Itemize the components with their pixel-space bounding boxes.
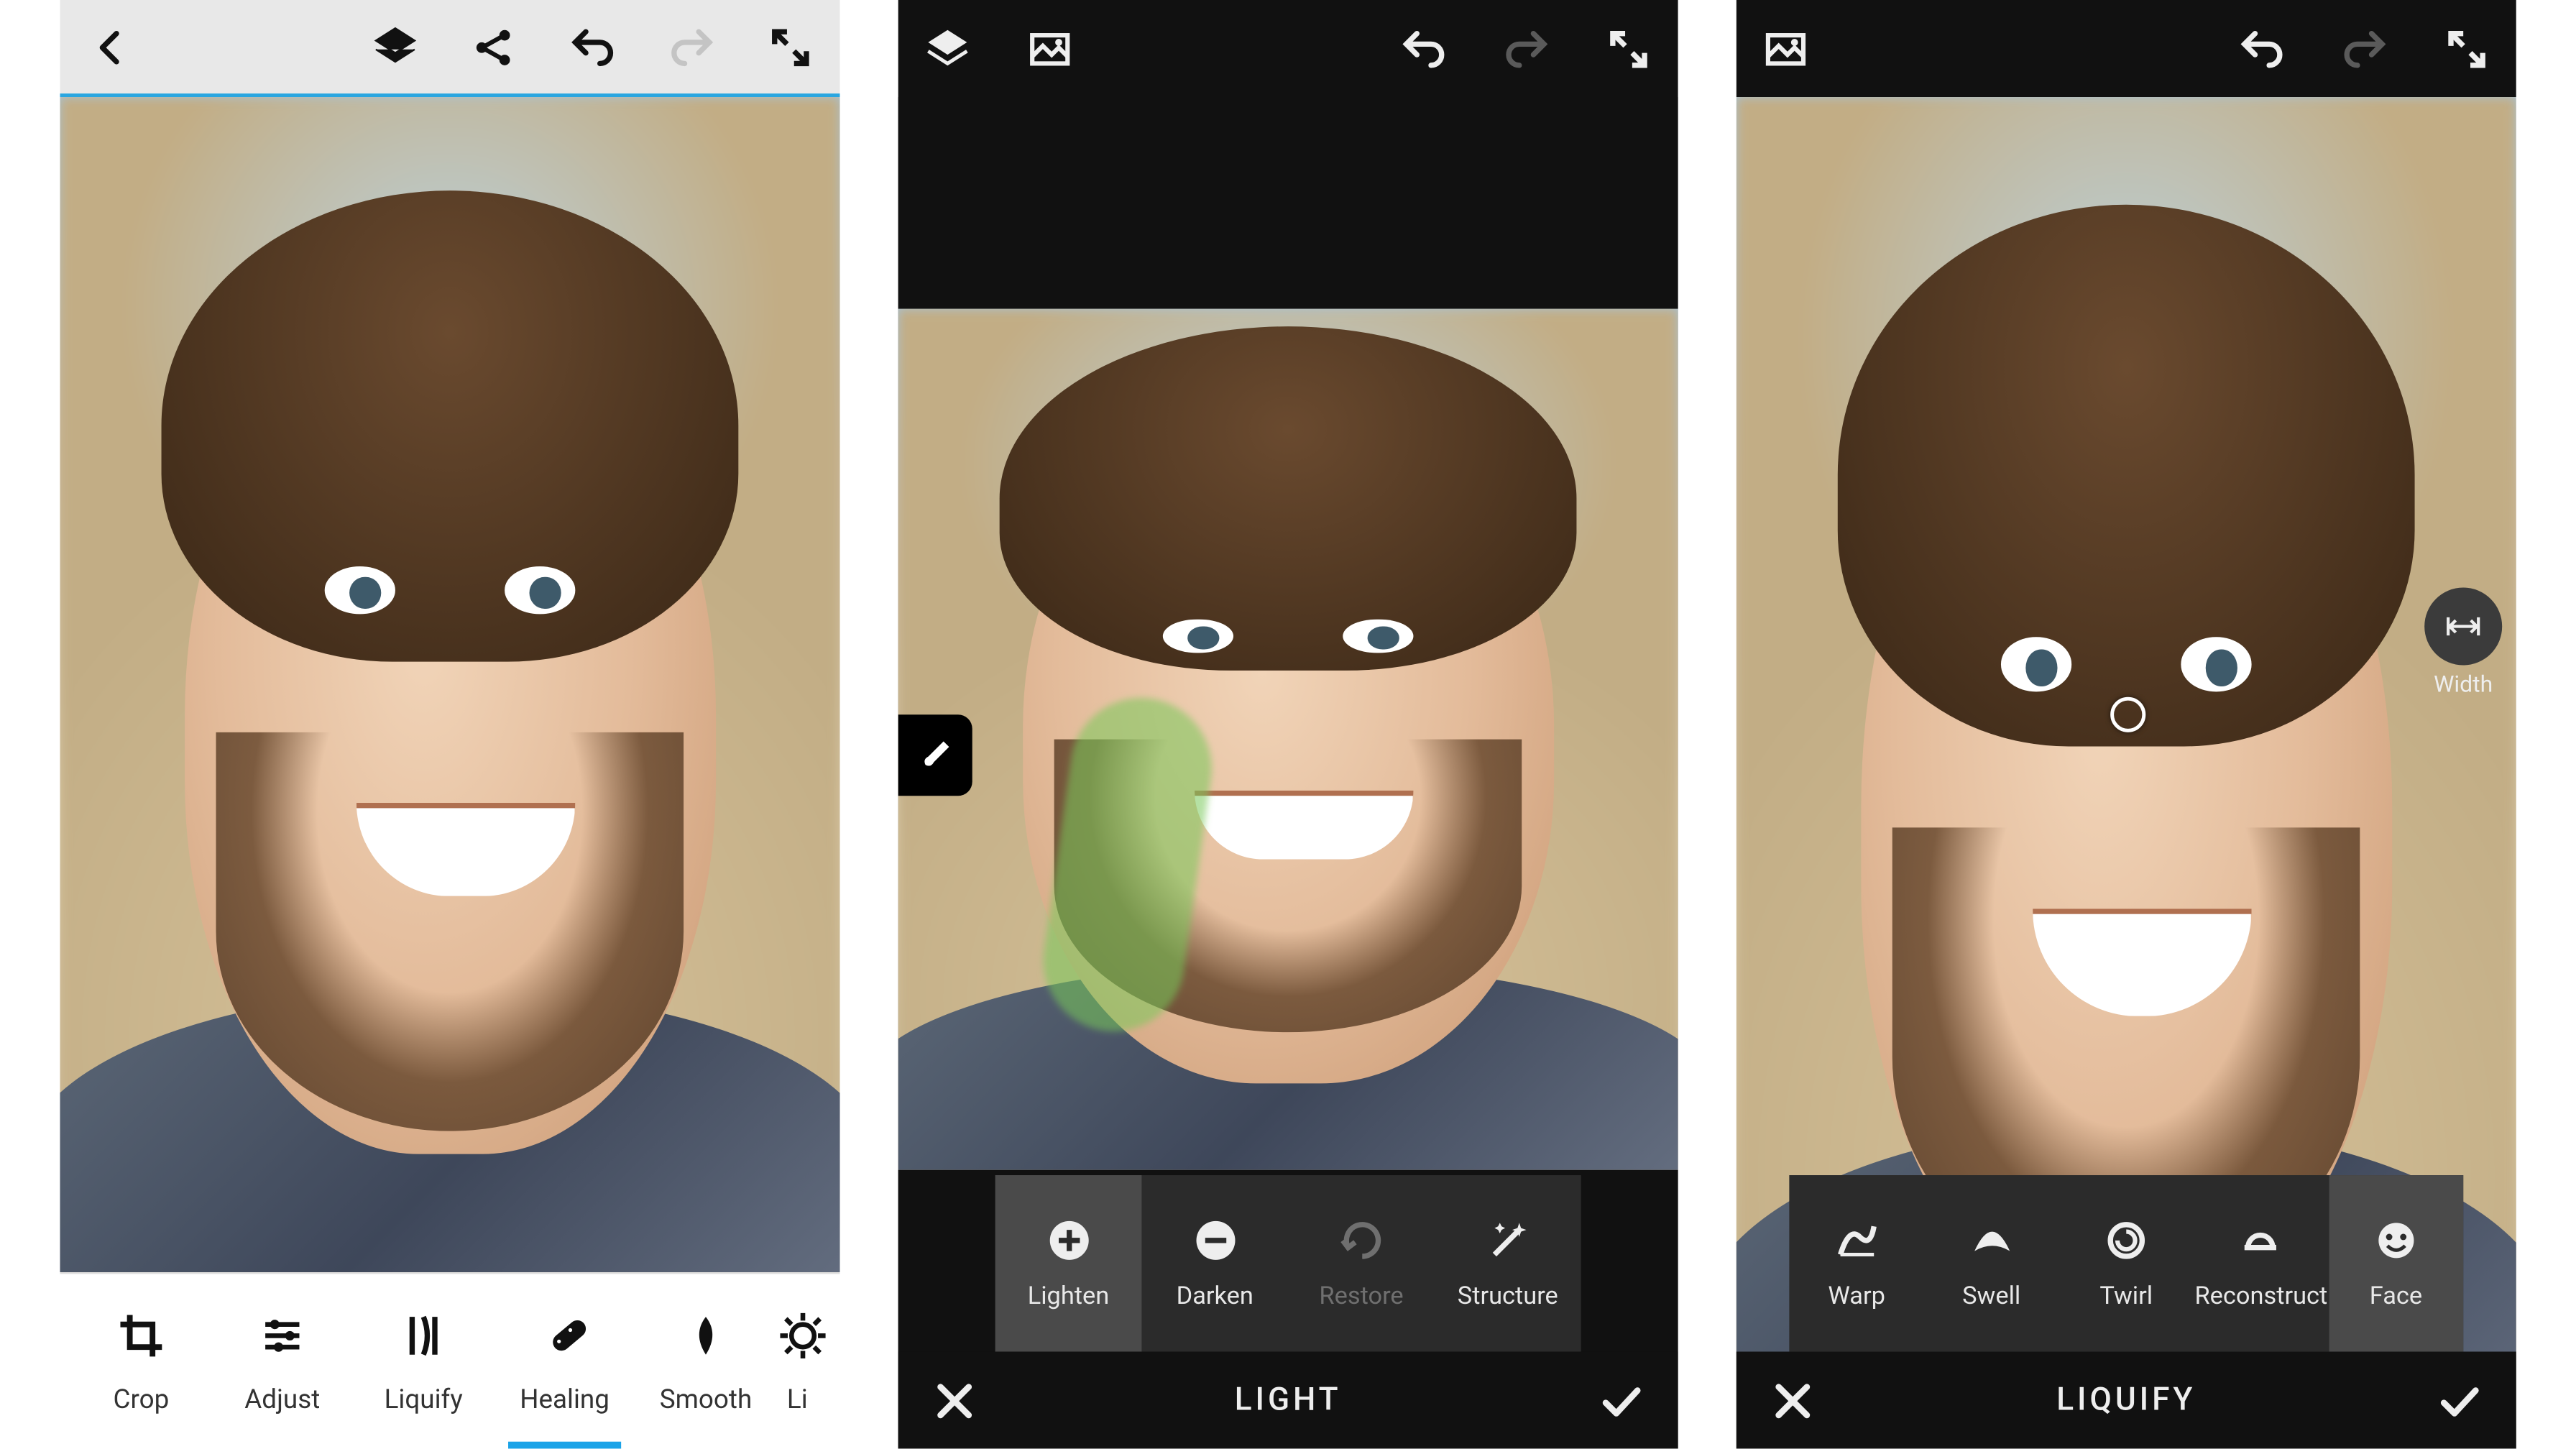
width-label: Width xyxy=(2434,672,2493,699)
tool-warp[interactable]: Warp xyxy=(1789,1175,1924,1352)
liquify-cursor[interactable] xyxy=(2110,697,2145,732)
photo-canvas[interactable]: Lighten Darken Restore Structure LIGHT xyxy=(898,97,1678,1449)
image-icon[interactable] xyxy=(1025,24,1075,73)
tool-label: Smooth xyxy=(660,1382,753,1414)
tool-reconstruct[interactable]: Reconstruct xyxy=(2194,1175,2329,1352)
tool-label: Healing xyxy=(520,1382,610,1414)
redo-icon xyxy=(2340,24,2389,73)
light-icon xyxy=(776,1308,829,1361)
tool-swell[interactable]: Swell xyxy=(1924,1175,2059,1352)
twirl-icon xyxy=(2102,1215,2151,1265)
share-icon[interactable] xyxy=(469,22,519,72)
fullscreen-icon[interactable] xyxy=(1604,24,1654,73)
smooth-icon xyxy=(679,1308,732,1361)
light-tool-row: Lighten Darken Restore Structure xyxy=(995,1175,1581,1352)
undo-icon[interactable] xyxy=(1399,24,1449,73)
top-bar xyxy=(898,0,1678,97)
tool-crop[interactable]: Crop xyxy=(70,1274,211,1449)
warp-icon xyxy=(1832,1215,1882,1265)
tool-smooth[interactable]: Smooth xyxy=(635,1274,776,1449)
liquify-icon xyxy=(397,1308,450,1361)
layers-icon[interactable] xyxy=(371,22,420,72)
tool-label: Reconstruct xyxy=(2194,1283,2327,1311)
tool-adjust[interactable]: Adjust xyxy=(212,1274,353,1449)
tool-healing[interactable]: Healing xyxy=(494,1274,635,1449)
tool-label: Face xyxy=(2370,1283,2422,1311)
tool-restore: Restore xyxy=(1288,1175,1435,1352)
photo-canvas[interactable] xyxy=(60,97,840,1272)
swell-icon xyxy=(1966,1215,2016,1265)
layers-dropdown-icon[interactable] xyxy=(923,24,972,73)
tool-face[interactable]: Face xyxy=(2329,1175,2464,1352)
cancel-icon[interactable] xyxy=(930,1376,980,1425)
tool-darken[interactable]: Darken xyxy=(1141,1175,1288,1352)
screen-editor-main: Crop Adjust Liquify Healing Smooth Li xyxy=(60,0,840,1449)
width-control[interactable]: Width xyxy=(2424,588,2502,699)
undo-icon[interactable] xyxy=(2237,24,2287,73)
tool-label: Li xyxy=(787,1382,808,1414)
fullscreen-icon[interactable] xyxy=(765,22,815,72)
crop-icon xyxy=(115,1308,168,1361)
cancel-icon[interactable] xyxy=(1768,1376,1818,1425)
photo-canvas[interactable]: Width Warp Swell Twirl Reconstruct xyxy=(1736,97,2516,1449)
image-icon[interactable] xyxy=(1761,24,1811,73)
restore-icon xyxy=(1337,1215,1386,1265)
width-icon xyxy=(2424,588,2502,666)
confirm-bar: LIGHT xyxy=(898,1352,1678,1449)
tool-liquify[interactable]: Liquify xyxy=(353,1274,494,1449)
letterbox-top xyxy=(898,97,1678,309)
reconstruct-icon xyxy=(2237,1215,2286,1265)
darken-icon xyxy=(1190,1215,1240,1265)
liquify-tool-row: Warp Swell Twirl Reconstruct Face xyxy=(1789,1175,2463,1352)
back-icon[interactable] xyxy=(85,22,134,72)
mode-title: LIGHT xyxy=(1235,1381,1342,1419)
tool-label: Lighten xyxy=(1028,1283,1110,1311)
tool-light-partial[interactable]: Li xyxy=(776,1274,840,1449)
tool-label: Swell xyxy=(1962,1283,2020,1311)
lighten-icon xyxy=(1044,1215,1093,1265)
redo-icon xyxy=(1501,24,1551,73)
tool-label: Crop xyxy=(114,1382,170,1414)
tool-label: Structure xyxy=(1458,1283,1558,1311)
tool-bar: Crop Adjust Liquify Healing Smooth Li xyxy=(60,1272,840,1449)
top-bar xyxy=(60,0,840,97)
healing-icon xyxy=(538,1308,592,1361)
top-bar xyxy=(1736,0,2516,97)
confirm-icon[interactable] xyxy=(2435,1376,2485,1425)
portrait-photo xyxy=(898,309,1678,1170)
screen-liquify-mode: Width Warp Swell Twirl Reconstruct xyxy=(1736,0,2516,1449)
tool-label: Liquify xyxy=(385,1382,463,1414)
confirm-icon[interactable] xyxy=(1597,1376,1647,1425)
tool-structure[interactable]: Structure xyxy=(1435,1175,1581,1352)
tool-label: Twirl xyxy=(2099,1283,2153,1311)
undo-icon[interactable] xyxy=(569,22,618,72)
fullscreen-icon[interactable] xyxy=(2442,24,2492,73)
mode-title: LIQUIFY xyxy=(2056,1381,2196,1419)
confirm-bar: LIQUIFY xyxy=(1736,1352,2516,1449)
portrait-photo xyxy=(60,97,840,1272)
tool-label: Warp xyxy=(1828,1283,1885,1311)
tool-twirl[interactable]: Twirl xyxy=(2059,1175,2194,1352)
tool-label: Darken xyxy=(1177,1283,1254,1311)
tool-label: Adjust xyxy=(244,1382,320,1414)
redo-icon xyxy=(667,22,717,72)
structure-icon xyxy=(1483,1215,1532,1265)
adjust-icon xyxy=(256,1308,309,1361)
face-icon xyxy=(2371,1215,2421,1265)
brush-fab[interactable] xyxy=(898,714,972,796)
screen-light-mode: Lighten Darken Restore Structure LIGHT xyxy=(898,0,1678,1449)
tool-lighten[interactable]: Lighten xyxy=(995,1175,1142,1352)
tool-label: Restore xyxy=(1319,1283,1403,1311)
